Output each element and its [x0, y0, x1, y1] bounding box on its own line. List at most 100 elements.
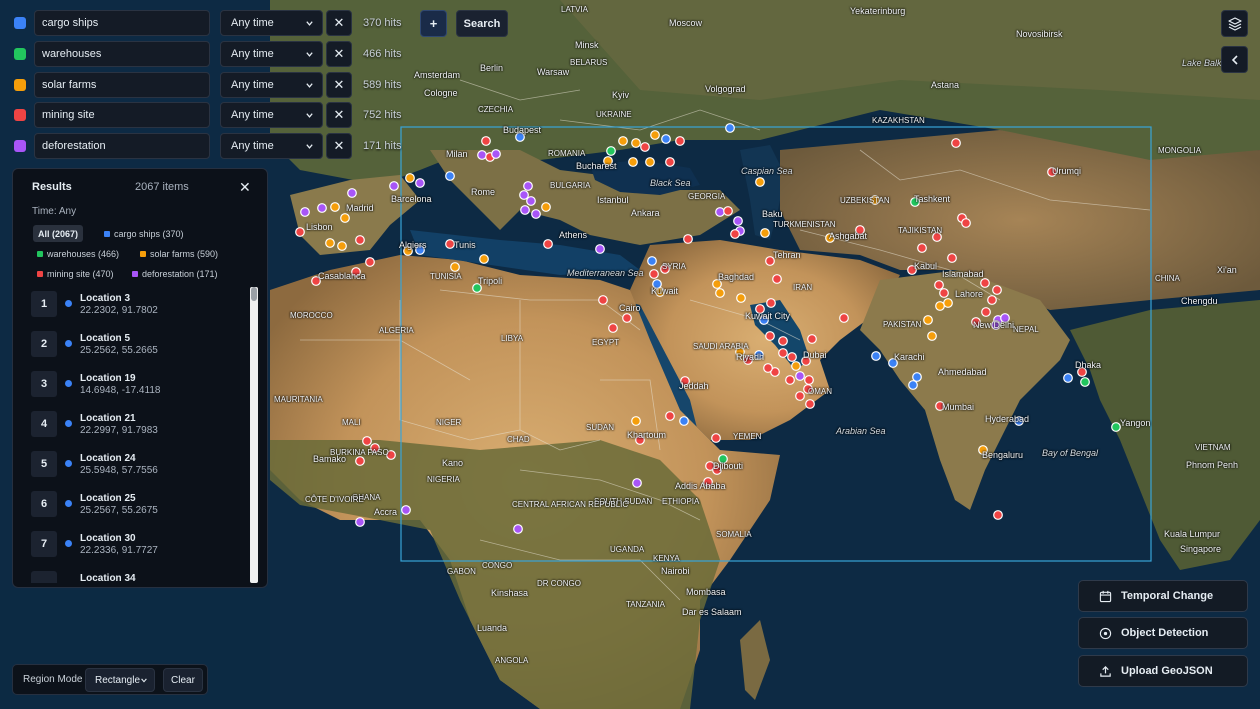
map-marker[interactable] [755, 177, 765, 187]
map-marker[interactable] [992, 285, 1002, 295]
map-marker[interactable] [935, 301, 945, 311]
map-marker[interactable] [763, 363, 773, 373]
collapse-panel-button[interactable] [1221, 46, 1248, 73]
map-marker[interactable] [934, 280, 944, 290]
map-marker[interactable] [980, 278, 990, 288]
query-color-swatch[interactable] [14, 48, 26, 60]
map-marker[interactable] [1080, 377, 1090, 387]
remove-query-button[interactable]: ✕ [326, 102, 352, 128]
map-marker[interactable] [513, 524, 523, 534]
map-marker[interactable] [665, 411, 675, 421]
map-marker[interactable] [337, 241, 347, 251]
map-marker[interactable] [622, 313, 632, 323]
map-marker[interactable] [295, 227, 305, 237]
map-marker[interactable] [795, 391, 805, 401]
map-marker[interactable] [760, 228, 770, 238]
map-marker[interactable] [805, 399, 815, 409]
map-marker[interactable] [645, 157, 655, 167]
map-marker[interactable] [317, 203, 327, 213]
map-marker[interactable] [675, 136, 685, 146]
map-marker[interactable] [839, 313, 849, 323]
map-marker[interactable] [733, 216, 743, 226]
result-item[interactable]: 7 Location 30 22.2336, 91.7727 [31, 527, 249, 559]
map-marker[interactable] [347, 188, 357, 198]
map-marker[interactable] [531, 209, 541, 219]
close-icon[interactable]: ✕ [239, 179, 251, 196]
map-marker[interactable] [912, 372, 922, 382]
region-mode-select[interactable]: Rectangle [85, 668, 155, 692]
map-marker[interactable] [993, 510, 1003, 520]
map-marker[interactable] [1111, 422, 1121, 432]
map-marker[interactable] [598, 295, 608, 305]
temporal-change-button[interactable]: Temporal Change [1078, 580, 1248, 612]
map-marker[interactable] [679, 416, 689, 426]
map-marker[interactable] [647, 256, 657, 266]
map-marker[interactable] [450, 262, 460, 272]
result-item[interactable]: 5 Location 24 25.5948, 57.7556 [31, 447, 249, 479]
map-marker[interactable] [477, 150, 487, 160]
map-marker[interactable] [725, 123, 735, 133]
results-list[interactable]: 1 Location 3 22.2302, 91.7802 2 Location 5 25… [13, 287, 267, 583]
map-marker[interactable] [765, 331, 775, 341]
map-marker[interactable] [608, 323, 618, 333]
map-marker[interactable] [778, 336, 788, 346]
map-marker[interactable] [541, 202, 551, 212]
map-marker[interactable] [519, 190, 529, 200]
map-marker[interactable] [415, 178, 425, 188]
filter-chip[interactable]: solar farms (590) [135, 245, 223, 262]
remove-query-button[interactable]: ✕ [326, 10, 352, 36]
map-marker[interactable] [520, 205, 530, 215]
map-marker[interactable] [795, 371, 805, 381]
map-marker[interactable] [365, 257, 375, 267]
map-marker[interactable] [523, 181, 533, 191]
result-item[interactable]: Location 34 [31, 567, 249, 583]
map-marker[interactable] [917, 243, 927, 253]
layers-button[interactable] [1221, 10, 1248, 37]
search-button[interactable]: Search [456, 10, 508, 37]
map-marker[interactable] [723, 206, 733, 216]
map-marker[interactable] [649, 269, 659, 279]
map-marker[interactable] [606, 146, 616, 156]
map-marker[interactable] [640, 142, 650, 152]
filter-chip[interactable]: deforestation (171) [127, 265, 223, 282]
time-range-select[interactable]: Any time [220, 10, 323, 36]
map-marker[interactable] [947, 253, 957, 263]
map-marker[interactable] [807, 334, 817, 344]
filter-chip-all[interactable]: All (2067) [33, 225, 84, 242]
map-marker[interactable] [628, 157, 638, 167]
map-marker[interactable] [736, 293, 746, 303]
map-marker[interactable] [631, 138, 641, 148]
map-marker[interactable] [923, 315, 933, 325]
map-marker[interactable] [543, 239, 553, 249]
query-color-swatch[interactable] [14, 79, 26, 91]
map-marker[interactable] [330, 202, 340, 212]
scrollbar-thumb[interactable] [251, 287, 257, 301]
time-range-select[interactable]: Any time [220, 102, 323, 128]
query-term-input[interactable]: solar farms [34, 72, 210, 98]
map-marker[interactable] [632, 478, 642, 488]
map-marker[interactable] [445, 171, 455, 181]
map-marker[interactable] [479, 254, 489, 264]
remove-query-button[interactable]: ✕ [326, 41, 352, 67]
map-marker[interactable] [665, 157, 675, 167]
filter-chip[interactable]: warehouses (466) [32, 245, 124, 262]
map-marker[interactable] [618, 136, 628, 146]
map-marker[interactable] [981, 307, 991, 317]
query-color-swatch[interactable] [14, 140, 26, 152]
map-marker[interactable] [961, 218, 971, 228]
map-marker[interactable] [804, 375, 814, 385]
map-marker[interactable] [778, 348, 788, 358]
time-range-select[interactable]: Any time [220, 41, 323, 67]
result-item[interactable]: 3 Location 19 14.6948, -17.4118 [31, 367, 249, 399]
map-marker[interactable] [491, 149, 501, 159]
map-marker[interactable] [445, 239, 455, 249]
map-marker[interactable] [300, 207, 310, 217]
map-marker[interactable] [908, 380, 918, 390]
query-term-input[interactable]: cargo ships [34, 10, 210, 36]
map-marker[interactable] [711, 433, 721, 443]
map-marker[interactable] [481, 136, 491, 146]
map-marker[interactable] [355, 235, 365, 245]
map-marker[interactable] [355, 517, 365, 527]
results-scrollbar[interactable] [250, 287, 258, 583]
map-marker[interactable] [951, 138, 961, 148]
